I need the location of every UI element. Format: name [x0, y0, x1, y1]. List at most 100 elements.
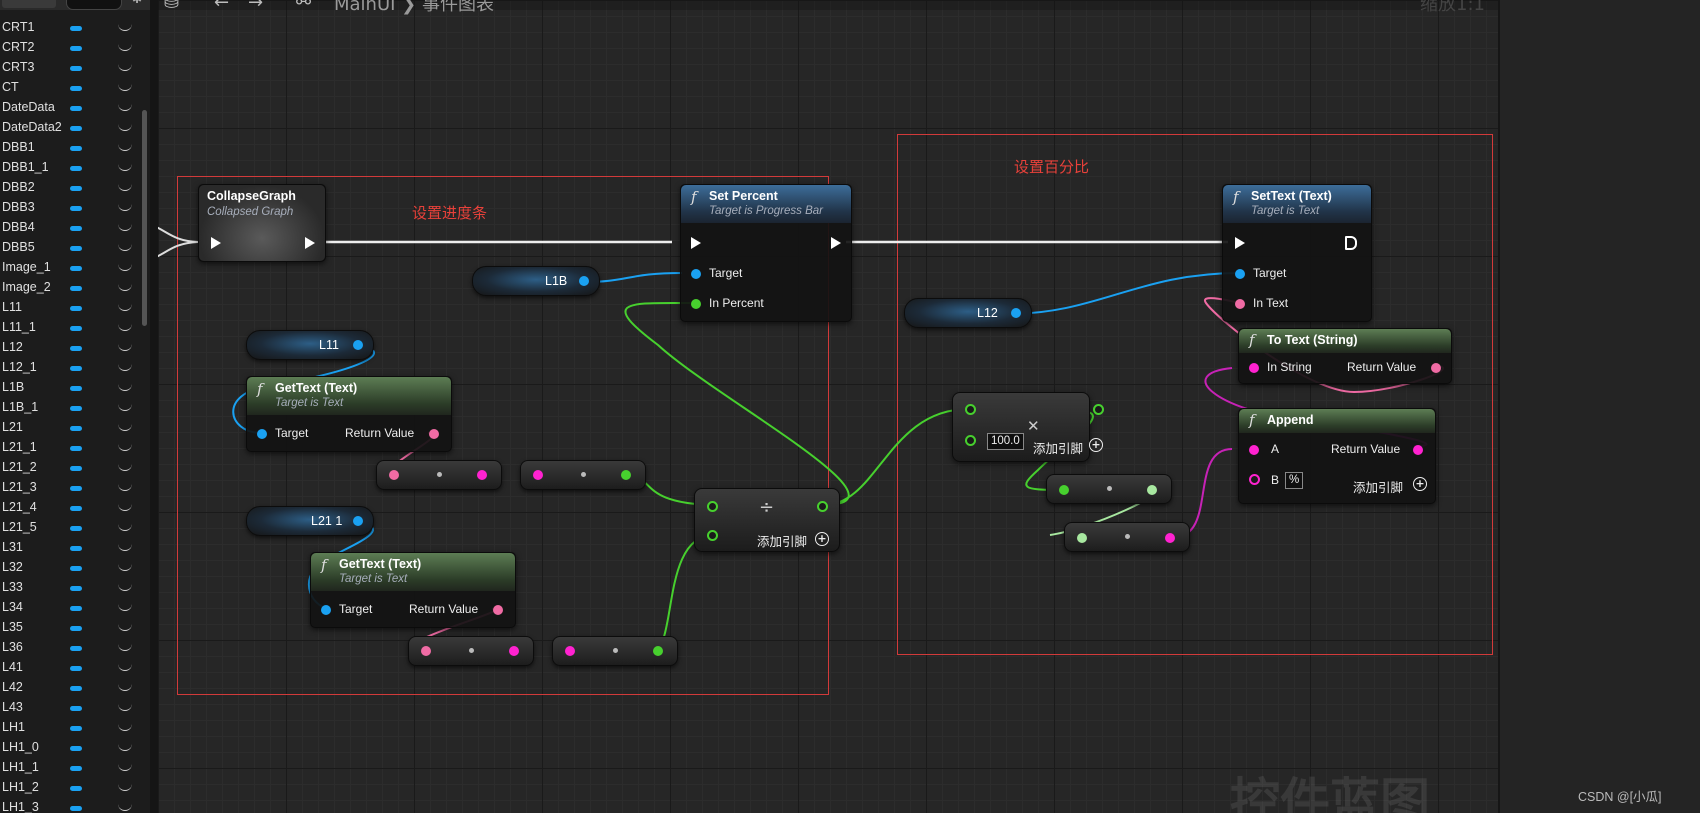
- output-pin[interactable]: [621, 470, 631, 480]
- conversion-node-float-to-double[interactable]: [1046, 474, 1172, 504]
- variable-row[interactable]: DateData2: [0, 118, 140, 138]
- variable-type-pill[interactable]: [70, 666, 82, 671]
- eye-closed-icon[interactable]: [118, 164, 132, 171]
- variable-row[interactable]: LH1_3: [0, 798, 140, 813]
- output-pin[interactable]: [1011, 308, 1021, 318]
- a-pin[interactable]: [1249, 445, 1259, 455]
- eye-closed-icon[interactable]: [118, 344, 132, 351]
- eye-closed-icon[interactable]: [118, 224, 132, 231]
- input-pin[interactable]: [565, 646, 575, 656]
- scrollbar[interactable]: [142, 110, 147, 326]
- variable-row[interactable]: L35: [0, 618, 140, 638]
- variable-row[interactable]: L21_3: [0, 478, 140, 498]
- variable-type-pill[interactable]: [70, 46, 82, 51]
- add-pin-icon[interactable]: +: [815, 532, 829, 546]
- b-value-input[interactable]: %: [1285, 472, 1304, 489]
- variable-type-pill[interactable]: [70, 286, 82, 291]
- add-button[interactable]: [2, 0, 56, 8]
- output-pin[interactable]: [353, 516, 363, 526]
- eye-closed-icon[interactable]: [118, 104, 132, 111]
- eye-closed-icon[interactable]: [118, 304, 132, 311]
- exec-in-pin[interactable]: [1235, 237, 1245, 249]
- variable-type-pill[interactable]: [70, 686, 82, 691]
- eye-closed-icon[interactable]: [118, 24, 132, 31]
- eye-closed-icon[interactable]: [118, 684, 132, 691]
- variable-type-pill[interactable]: [70, 506, 82, 511]
- conversion-node-string-to-float[interactable]: [520, 460, 646, 490]
- get-text-node-1[interactable]: f GetText (Text) Target is Text Target R…: [246, 376, 452, 452]
- variable-row[interactable]: DBB1_1: [0, 158, 140, 178]
- input-pin[interactable]: [389, 470, 399, 480]
- output-pin[interactable]: [353, 340, 363, 350]
- variable-type-pill[interactable]: [70, 806, 82, 811]
- gear-icon[interactable]: ✱: [132, 0, 142, 6]
- target-pin[interactable]: [1235, 269, 1245, 279]
- b-pin[interactable]: [707, 530, 718, 541]
- eye-closed-icon[interactable]: [118, 504, 132, 511]
- eye-closed-icon[interactable]: [118, 284, 132, 291]
- exec-in-pin[interactable]: [211, 237, 221, 249]
- variable-type-pill[interactable]: [70, 366, 82, 371]
- variable-row[interactable]: L11_1: [0, 318, 140, 338]
- variable-row[interactable]: Image_1: [0, 258, 140, 278]
- variable-type-pill[interactable]: [70, 266, 82, 271]
- eye-closed-icon[interactable]: [118, 764, 132, 771]
- getter-l11[interactable]: L11: [246, 330, 374, 360]
- eye-closed-icon[interactable]: [118, 564, 132, 571]
- input-pin[interactable]: [421, 646, 431, 656]
- variable-row[interactable]: DBB4: [0, 218, 140, 238]
- input-pin[interactable]: [533, 470, 543, 480]
- variable-type-pill[interactable]: [70, 306, 82, 311]
- variable-row[interactable]: DBB3: [0, 198, 140, 218]
- variable-type-pill[interactable]: [70, 546, 82, 551]
- variable-type-pill[interactable]: [70, 226, 82, 231]
- variable-type-pill[interactable]: [70, 486, 82, 491]
- variable-type-pill[interactable]: [70, 566, 82, 571]
- variable-type-pill[interactable]: [70, 406, 82, 411]
- variable-row[interactable]: L33: [0, 578, 140, 598]
- eye-closed-icon[interactable]: [118, 144, 132, 151]
- conversion-node-float-to-string[interactable]: [1064, 522, 1190, 552]
- variable-type-pill[interactable]: [70, 646, 82, 651]
- variable-row[interactable]: Image_2: [0, 278, 140, 298]
- variable-row[interactable]: DBB5: [0, 238, 140, 258]
- output-pin[interactable]: [477, 470, 487, 480]
- getter-l12[interactable]: L12: [904, 298, 1032, 328]
- input-pin[interactable]: [1059, 485, 1069, 495]
- variable-type-pill[interactable]: [70, 246, 82, 251]
- eye-closed-icon[interactable]: [118, 464, 132, 471]
- variable-type-pill[interactable]: [70, 86, 82, 91]
- result-pin[interactable]: [1093, 404, 1104, 415]
- variable-type-pill[interactable]: [70, 186, 82, 191]
- variable-type-pill[interactable]: [70, 706, 82, 711]
- variable-row[interactable]: L21_5: [0, 518, 140, 538]
- eye-closed-icon[interactable]: [118, 44, 132, 51]
- eye-closed-icon[interactable]: [118, 324, 132, 331]
- eye-closed-icon[interactable]: [118, 404, 132, 411]
- divide-node[interactable]: ÷ 添加引脚 +: [694, 488, 840, 552]
- variable-row[interactable]: L41: [0, 658, 140, 678]
- eye-closed-icon[interactable]: [118, 184, 132, 191]
- result-pin[interactable]: [817, 501, 828, 512]
- variable-type-pill[interactable]: [70, 446, 82, 451]
- output-pin[interactable]: [1147, 485, 1157, 495]
- eye-closed-icon[interactable]: [118, 364, 132, 371]
- add-pin-label[interactable]: 添加引脚: [1033, 438, 1083, 457]
- eye-closed-icon[interactable]: [118, 784, 132, 791]
- output-pin[interactable]: [653, 646, 663, 656]
- search-input[interactable]: [66, 0, 122, 10]
- target-pin[interactable]: [257, 429, 267, 439]
- variable-row[interactable]: L21_2: [0, 458, 140, 478]
- target-pin[interactable]: [321, 605, 331, 615]
- input-pin[interactable]: [1077, 533, 1087, 543]
- variable-row[interactable]: DateData: [0, 98, 140, 118]
- variable-row[interactable]: L1B: [0, 378, 140, 398]
- eye-closed-icon[interactable]: [118, 664, 132, 671]
- eye-closed-icon[interactable]: [118, 204, 132, 211]
- a-pin[interactable]: [965, 404, 976, 415]
- variable-row[interactable]: L1B_1: [0, 398, 140, 418]
- variable-type-pill[interactable]: [70, 106, 82, 111]
- variable-type-pill[interactable]: [70, 206, 82, 211]
- return-value-pin[interactable]: [1413, 445, 1423, 455]
- eye-closed-icon[interactable]: [118, 424, 132, 431]
